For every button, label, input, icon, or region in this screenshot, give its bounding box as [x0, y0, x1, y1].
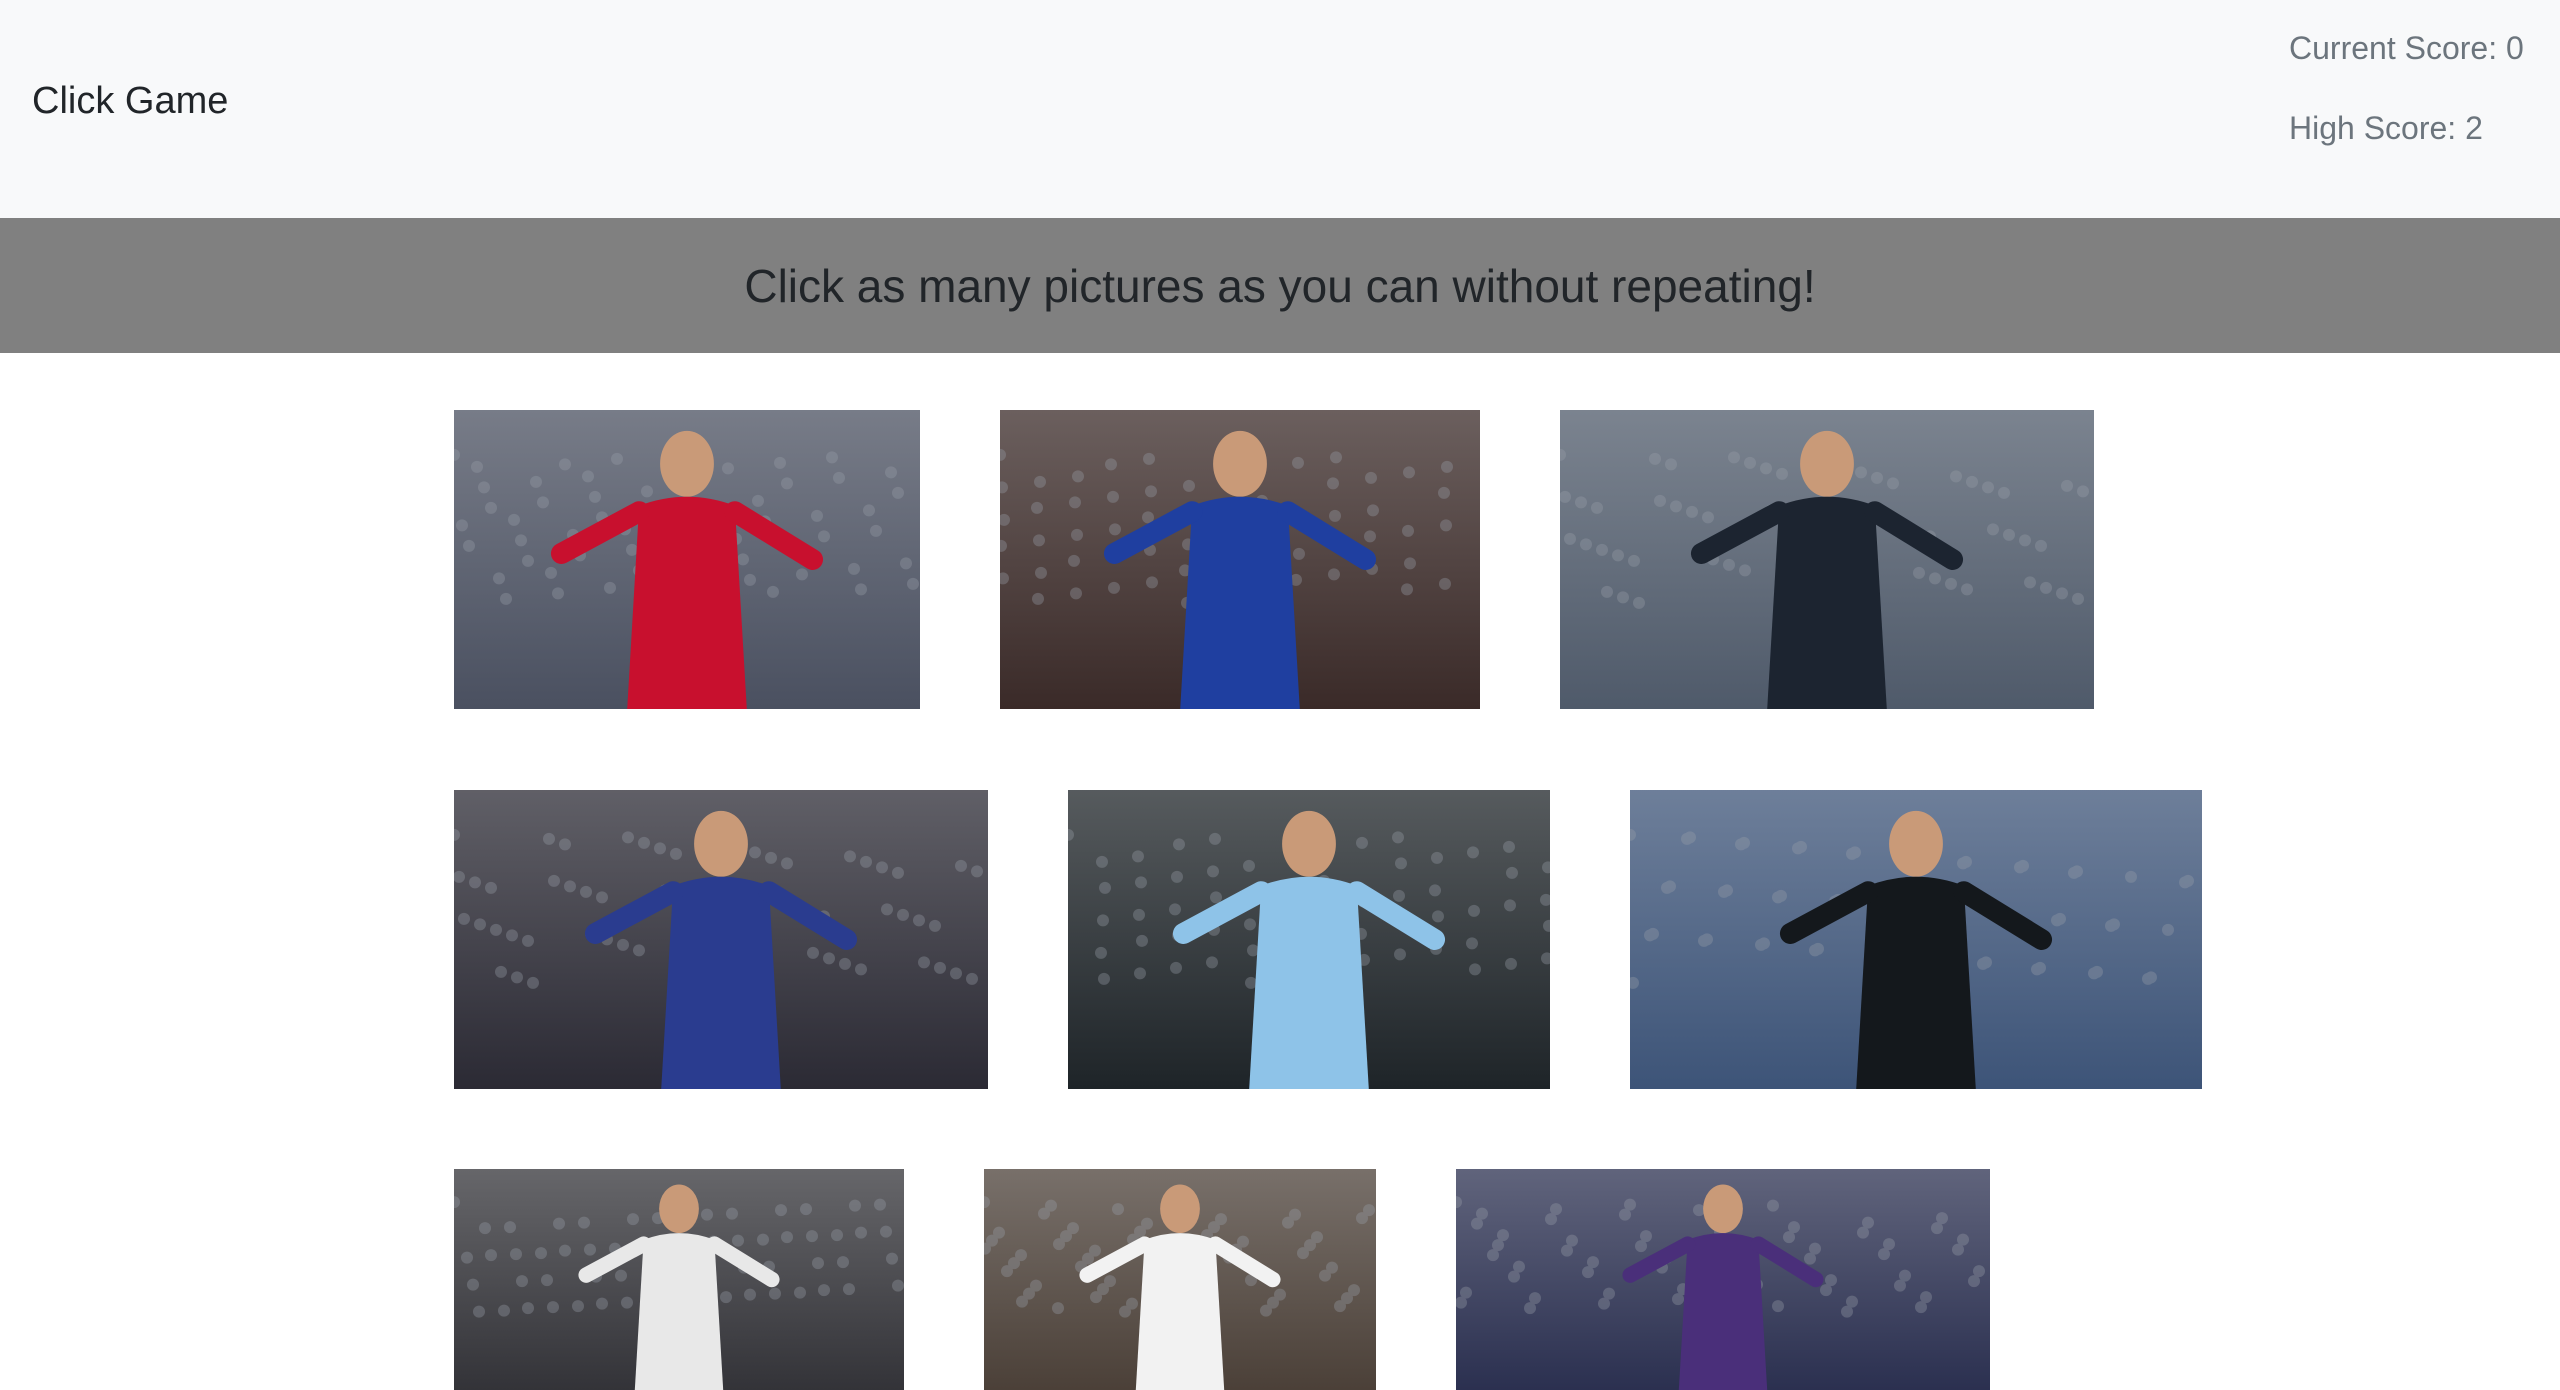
player-photo — [1000, 410, 1480, 709]
high-score: High Score: 2 — [2289, 110, 2483, 146]
card-player-skyblue-kit[interactable] — [1068, 790, 1550, 1089]
card-player-dark-kit[interactable] — [1560, 410, 2094, 709]
navbar: Click Game Current Score: 0 High Score: … — [0, 0, 2560, 218]
player-photo — [1456, 1169, 1990, 1390]
player-photo — [1068, 790, 1550, 1089]
instruction-text: Click as many pictures as you can withou… — [744, 259, 1816, 312]
card-player-blue-kit[interactable] — [1000, 410, 1480, 709]
player-photo — [1560, 410, 2094, 709]
card-player-red-kit[interactable] — [454, 410, 920, 709]
card-player-black-kit[interactable] — [1630, 790, 2202, 1089]
player-photo — [454, 410, 920, 709]
player-photo — [984, 1169, 1376, 1390]
card-player-bw-stripes-kit[interactable] — [454, 1169, 904, 1390]
player-photo — [454, 1169, 904, 1390]
card-player-white-kit[interactable] — [984, 1169, 1376, 1390]
card-player-purple-kit[interactable] — [1456, 1169, 1990, 1390]
player-photo — [454, 790, 988, 1089]
instruction-banner: Click as many pictures as you can withou… — [0, 218, 2560, 353]
brand-title[interactable]: Click Game — [32, 80, 228, 123]
current-score: Current Score: 0 — [2289, 30, 2524, 66]
card-player-striped-kit[interactable] — [454, 790, 988, 1089]
player-photo — [1630, 790, 2202, 1089]
